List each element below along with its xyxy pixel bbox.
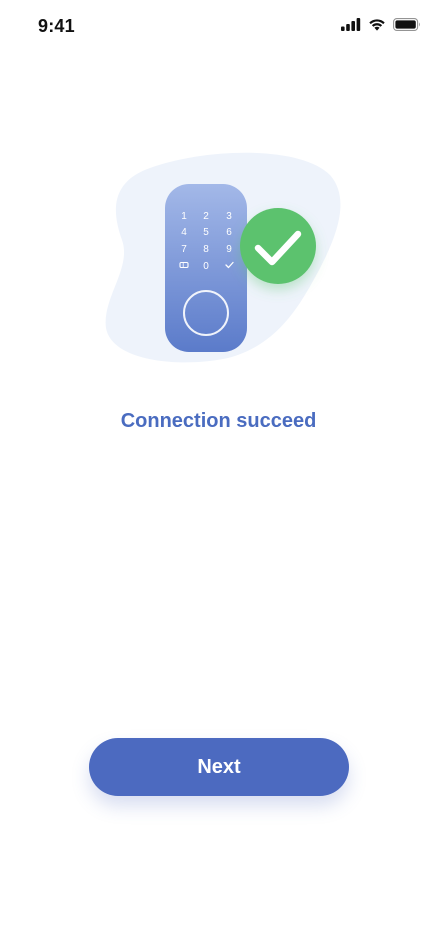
keypad-key-7: 7 bbox=[181, 244, 187, 255]
status-icons bbox=[341, 18, 421, 31]
check-badge bbox=[240, 208, 316, 284]
wifi-icon bbox=[369, 19, 385, 31]
battery-icon bbox=[393, 18, 420, 31]
signal-icon bbox=[341, 18, 361, 31]
status-time: 9:41 bbox=[38, 16, 75, 36]
keypad-key-0: 0 bbox=[203, 261, 209, 272]
keypad-key-4: 4 bbox=[181, 227, 187, 238]
connection-status-title: Connection succeed bbox=[120, 410, 317, 432]
lock-success-illustration: 1 2 3 4 5 6 7 8 9 0 bbox=[105, 152, 341, 363]
status-bar: 9:41 bbox=[0, 0, 437, 52]
next-button[interactable]: Next bbox=[89, 738, 349, 796]
keypad-key-1: 1 bbox=[181, 211, 187, 222]
keypad-key-3: 3 bbox=[226, 211, 232, 222]
keypad-key-9: 9 bbox=[226, 244, 232, 255]
keypad-key-6: 6 bbox=[226, 227, 232, 238]
keypad-key-2: 2 bbox=[203, 211, 209, 222]
keypad-key-5: 5 bbox=[203, 227, 209, 238]
smart-lock: 1 2 3 4 5 6 7 8 9 0 bbox=[165, 184, 247, 352]
keypad-key-8: 8 bbox=[203, 244, 209, 255]
